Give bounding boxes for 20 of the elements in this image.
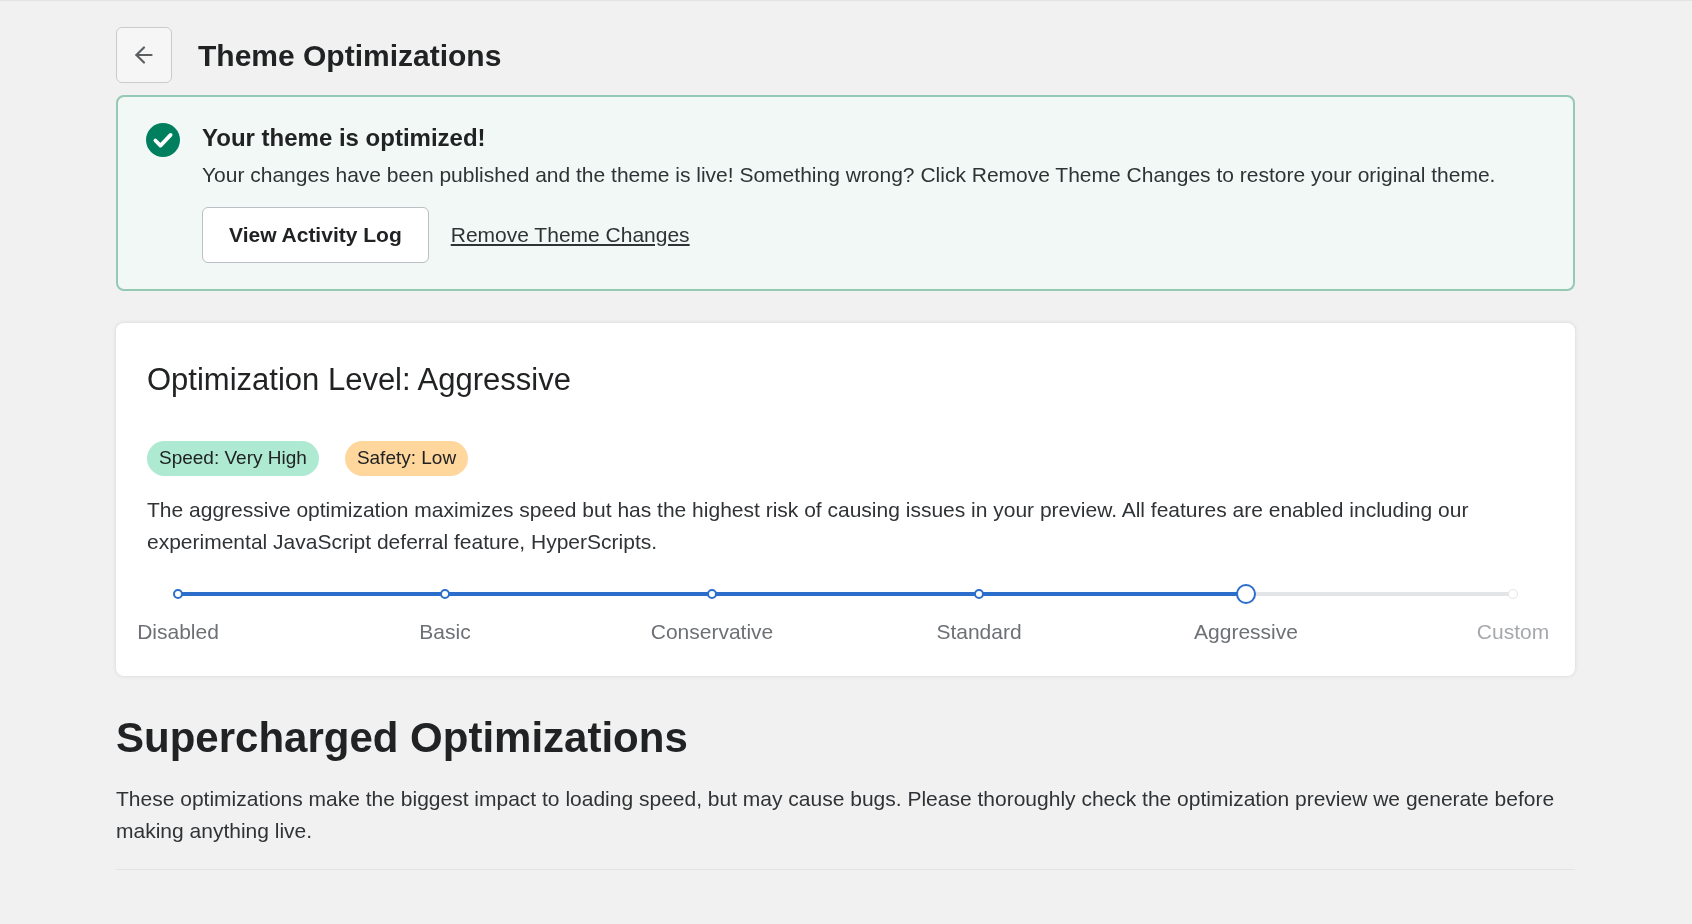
slider-step-label: Conservative	[650, 618, 774, 645]
section-title: Supercharged Optimizations	[116, 712, 689, 763]
slider-step-label: Custom	[1476, 618, 1550, 645]
slider-step-label: Standard	[936, 618, 1022, 645]
page-title: Theme Optimizations	[198, 37, 502, 74]
banner-title: Your theme is optimized!	[202, 123, 487, 153]
slider-step-label: Basic	[419, 618, 471, 645]
back-button[interactable]	[116, 27, 172, 83]
level-description: The aggressive optimization maximizes speed but has the highest risk of causing issues in your preview. All features are enabled including our experimental JavaScript deferral feature, HyperScripts.	[147, 496, 1470, 555]
slider-step-label: Disabled	[137, 618, 219, 645]
view-activity-log-button[interactable]: View Activity Log	[202, 206, 429, 263]
status-badge: Safety: Low	[344, 441, 469, 476]
status-badge: Speed: Very High	[147, 441, 319, 476]
section-description: These optimizations make the biggest impact to loading speed, but may cause bugs. Please thoroughly check the optimization preview we generate before making anything live.	[116, 785, 1556, 844]
slider-thumb[interactable]	[1236, 583, 1256, 604]
card-title: Optimization Level: Aggressive	[147, 360, 572, 399]
check-circle-icon	[146, 123, 180, 157]
remove-theme-changes-link[interactable]: Remove Theme Changes	[450, 218, 690, 251]
banner-message: Your changes have been published and the theme is live! Something wrong? Click Remove Theme Changes to restore your original theme.	[202, 162, 1496, 188]
slider-step-label: Aggressive	[1194, 618, 1298, 645]
